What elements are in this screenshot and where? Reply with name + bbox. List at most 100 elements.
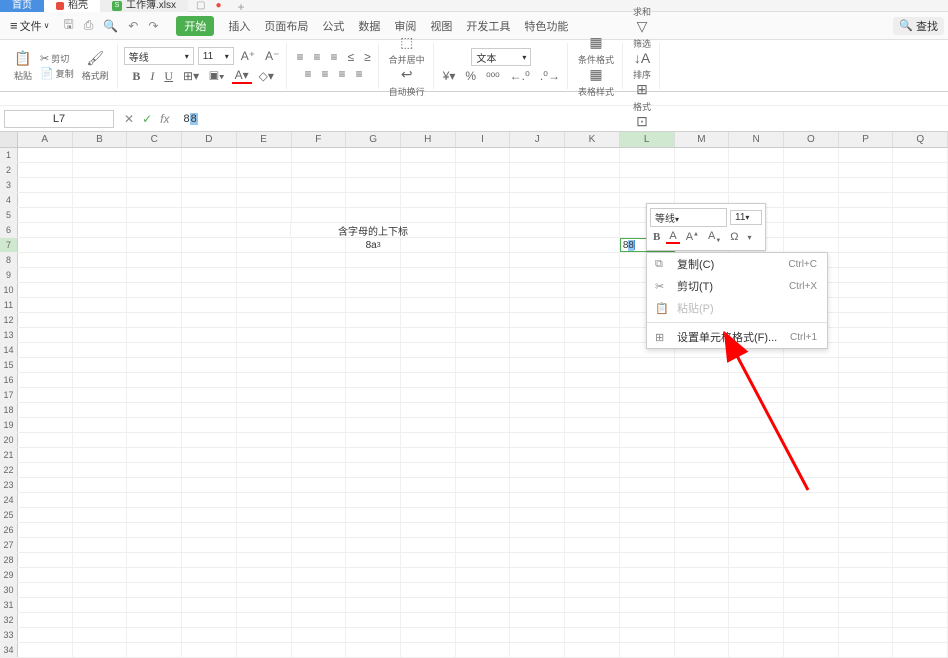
cell-L19[interactable] <box>620 418 675 432</box>
cell-E20[interactable] <box>237 433 292 447</box>
font-shrink-button[interactable]: A⁻ <box>262 49 282 63</box>
cell-D4[interactable] <box>182 193 237 207</box>
row-header-33[interactable]: 33 <box>0 628 18 642</box>
cell-O26[interactable] <box>784 523 839 537</box>
cell-H20[interactable] <box>401 433 456 447</box>
cell-J21[interactable] <box>510 448 565 462</box>
cell-G25[interactable] <box>346 508 401 522</box>
cell-B11[interactable] <box>73 298 128 312</box>
mini-color-button[interactable]: A <box>666 230 679 244</box>
cell-A23[interactable] <box>18 478 73 492</box>
cell-B23[interactable] <box>73 478 128 492</box>
row-header-27[interactable]: 27 <box>0 538 18 552</box>
font-select[interactable]: 等线▾ <box>124 47 194 65</box>
font-grow-button[interactable]: A⁺ <box>238 49 258 63</box>
cell-F12[interactable] <box>292 313 347 327</box>
cell-C17[interactable] <box>127 388 182 402</box>
cell-Q23[interactable] <box>893 478 948 492</box>
cell-J29[interactable] <box>510 568 565 582</box>
cell-P31[interactable] <box>839 598 894 612</box>
cell-Q26[interactable] <box>893 523 948 537</box>
cell-G16[interactable] <box>346 373 401 387</box>
ctx-format-cells[interactable]: ⊞ 设置单元格格式(F)... Ctrl+1 <box>647 326 827 348</box>
cell-J1[interactable] <box>510 148 565 162</box>
cell-A13[interactable] <box>18 328 73 342</box>
cell-H33[interactable] <box>401 628 456 642</box>
sum-button[interactable]: Σ求和 <box>629 0 655 18</box>
cell-L16[interactable] <box>620 373 675 387</box>
cell-B30[interactable] <box>73 583 128 597</box>
cell-D29[interactable] <box>182 568 237 582</box>
cell-I3[interactable] <box>456 178 511 192</box>
cell-L22[interactable] <box>620 463 675 477</box>
cell-E30[interactable] <box>237 583 292 597</box>
cell-G17[interactable] <box>346 388 401 402</box>
cell-M2[interactable] <box>675 163 730 177</box>
cell-M3[interactable] <box>675 178 730 192</box>
cell-G27[interactable] <box>346 538 401 552</box>
cell-H7[interactable] <box>401 238 456 252</box>
cell-N25[interactable] <box>729 508 784 522</box>
row-header-23[interactable]: 23 <box>0 478 18 492</box>
number-format-select[interactable]: 文本▾ <box>471 48 531 66</box>
row-header-18[interactable]: 18 <box>0 403 18 417</box>
row-header-12[interactable]: 12 <box>0 313 18 327</box>
cell-E8[interactable] <box>237 253 292 267</box>
cell-O25[interactable] <box>784 508 839 522</box>
cell-P33[interactable] <box>839 628 894 642</box>
cell-D3[interactable] <box>182 178 237 192</box>
cell-L21[interactable] <box>620 448 675 462</box>
cell-P14[interactable] <box>839 343 894 357</box>
cell-Q9[interactable] <box>893 268 948 282</box>
cell-B20[interactable] <box>73 433 128 447</box>
cell-N3[interactable] <box>729 178 784 192</box>
cell-F1[interactable] <box>292 148 347 162</box>
cell-I30[interactable] <box>456 583 511 597</box>
cell-F23[interactable] <box>292 478 347 492</box>
row-header-24[interactable]: 24 <box>0 493 18 507</box>
cell-K30[interactable] <box>565 583 620 597</box>
cell-B25[interactable] <box>73 508 128 522</box>
cell-I14[interactable] <box>456 343 511 357</box>
cell-I18[interactable] <box>456 403 511 417</box>
cell-F9[interactable] <box>292 268 347 282</box>
cell-D8[interactable] <box>182 253 237 267</box>
cell-F29[interactable] <box>292 568 347 582</box>
indent-dec-button[interactable]: ≤ <box>344 50 357 64</box>
cell-H10[interactable] <box>401 283 456 297</box>
cell-N32[interactable] <box>729 613 784 627</box>
cell-A27[interactable] <box>18 538 73 552</box>
cell-M20[interactable] <box>675 433 730 447</box>
cell-F3[interactable] <box>292 178 347 192</box>
cond-format-button[interactable]: ▦条件格式 <box>574 34 618 66</box>
cell-N22[interactable] <box>729 463 784 477</box>
cell-L33[interactable] <box>620 628 675 642</box>
cell-G24[interactable] <box>346 493 401 507</box>
row-header-6[interactable]: 6 <box>0 223 18 237</box>
cell-M32[interactable] <box>675 613 730 627</box>
cell-J30[interactable] <box>510 583 565 597</box>
col-header-E[interactable]: E <box>237 132 292 147</box>
cell-H13[interactable] <box>401 328 456 342</box>
col-header-N[interactable]: N <box>729 132 784 147</box>
row-header-28[interactable]: 28 <box>0 553 18 567</box>
cell-C19[interactable] <box>127 418 182 432</box>
cell-B18[interactable] <box>73 403 128 417</box>
cell-A33[interactable] <box>18 628 73 642</box>
ribbon-tab-view[interactable]: 视图 <box>430 18 452 34</box>
cell-G9[interactable] <box>346 268 401 282</box>
cell-K27[interactable] <box>565 538 620 552</box>
cell-G5[interactable] <box>346 208 401 222</box>
cell-L15[interactable] <box>620 358 675 372</box>
cell-A15[interactable] <box>18 358 73 372</box>
cell-C21[interactable] <box>127 448 182 462</box>
cell-J6[interactable] <box>510 223 565 237</box>
fx-icon[interactable]: fx <box>160 112 169 126</box>
cell-G30[interactable] <box>346 583 401 597</box>
currency-button[interactable]: ¥▾ <box>440 69 459 83</box>
cell-P3[interactable] <box>839 178 894 192</box>
cell-P12[interactable] <box>839 313 894 327</box>
cell-E4[interactable] <box>237 193 292 207</box>
cell-I33[interactable] <box>456 628 511 642</box>
cell-M17[interactable] <box>675 388 730 402</box>
